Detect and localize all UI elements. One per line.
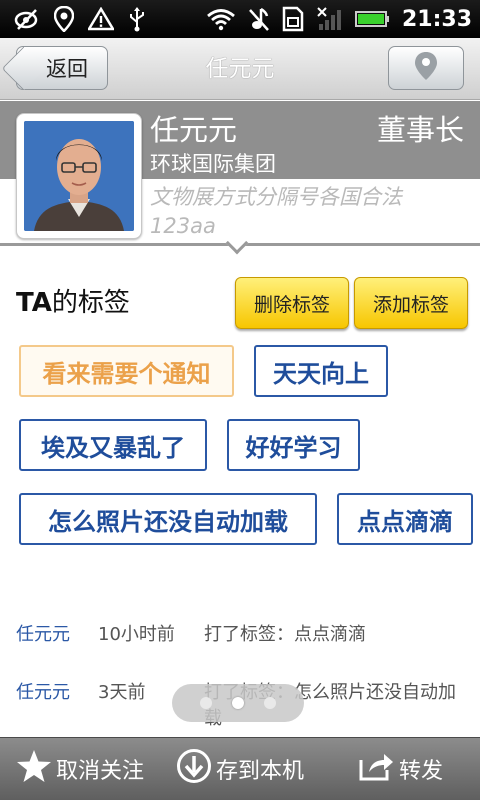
location-pin-icon <box>414 51 438 85</box>
tag-chip-label: 好好学习 <box>245 433 342 462</box>
unfollow-button[interactable]: 取消关注 <box>0 738 160 800</box>
activity-time: 10小时前 <box>98 624 175 645</box>
activity-item: 任元元 10小时前 打了标签：点点滴滴 <box>16 622 466 648</box>
page-indicator <box>172 684 304 722</box>
forward-label: 转发 <box>398 759 443 784</box>
share-icon <box>357 750 395 788</box>
avatar[interactable] <box>16 113 142 239</box>
battery-icon <box>354 9 390 29</box>
tags-title-prefix: TA <box>16 288 52 318</box>
tag-chip[interactable]: 看来需要个通知 <box>19 345 234 397</box>
tag-chip[interactable]: 天天向上 <box>254 345 388 397</box>
save-button[interactable]: 存到本机 <box>160 738 320 800</box>
unfollow-label: 取消关注 <box>55 759 144 784</box>
usb-icon <box>128 6 146 32</box>
status-bar: 21:33 <box>0 0 480 38</box>
forward-button[interactable]: 转发 <box>320 738 480 800</box>
download-icon <box>176 748 212 790</box>
bottom-toolbar: 取消关注 存到本机 转发 <box>0 737 480 800</box>
tag-chip[interactable]: 怎么照片还没自动加载 <box>19 493 317 545</box>
tag-chip-label: 看来需要个通知 <box>42 359 211 388</box>
page-dot <box>264 697 276 709</box>
tag-chip[interactable]: 点点滴滴 <box>337 493 473 545</box>
profile-signature: 文物展方式分隔号各国合法123aa <box>150 185 402 238</box>
tag-chip-label: 点点滴滴 <box>357 507 453 536</box>
location-pin-icon <box>54 6 74 32</box>
tag-chip[interactable]: 好好学习 <box>227 419 360 471</box>
delete-tag-label: 删除标签 <box>253 293 330 316</box>
tags-section-title: TA的标签 <box>16 282 130 319</box>
avatar-photo <box>24 121 134 231</box>
tag-chip-label: 埃及又暴乱了 <box>41 433 185 462</box>
tag-chip[interactable]: 埃及又暴乱了 <box>19 419 207 471</box>
tag-chip-label: 怎么照片还没自动加载 <box>48 507 288 536</box>
back-button[interactable]: 返回 <box>16 46 108 90</box>
clock: 21:33 <box>401 6 472 32</box>
star-icon <box>16 749 52 789</box>
profile-name: 任元元 <box>150 113 238 147</box>
tags-title-suffix: 的标签 <box>51 288 130 318</box>
sim-icon <box>282 6 304 32</box>
page-dot-active <box>232 697 244 709</box>
location-button[interactable] <box>388 46 464 90</box>
wifi-icon <box>206 7 236 31</box>
signal-icon <box>316 6 342 32</box>
eye-off-icon <box>14 7 40 31</box>
save-label: 存到本机 <box>215 759 304 784</box>
activity-text: 打了标签：点点滴滴 <box>204 624 366 645</box>
no-sound-icon <box>248 6 270 32</box>
tag-chip-label: 天天向上 <box>273 359 369 388</box>
page-title-text: 任元元 <box>205 56 275 82</box>
profile-company: 环球国际集团 <box>150 152 276 176</box>
activity-user[interactable]: 任元元 <box>16 680 98 706</box>
add-tag-button[interactable]: 添加标签 <box>354 277 468 329</box>
profile-position: 董事长 <box>376 113 464 147</box>
delete-tag-button[interactable]: 删除标签 <box>235 277 349 329</box>
title-bar: 返回 任元元 <box>0 38 480 100</box>
back-button-label: 返回 <box>46 57 88 81</box>
warning-icon <box>88 7 114 31</box>
add-tag-label: 添加标签 <box>372 293 449 316</box>
page-dot <box>200 697 212 709</box>
profile-header: 任元元 董事长 环球国际集团 文物展方式分隔号各国合法123aa <box>0 101 480 255</box>
activity-user[interactable]: 任元元 <box>16 622 98 648</box>
